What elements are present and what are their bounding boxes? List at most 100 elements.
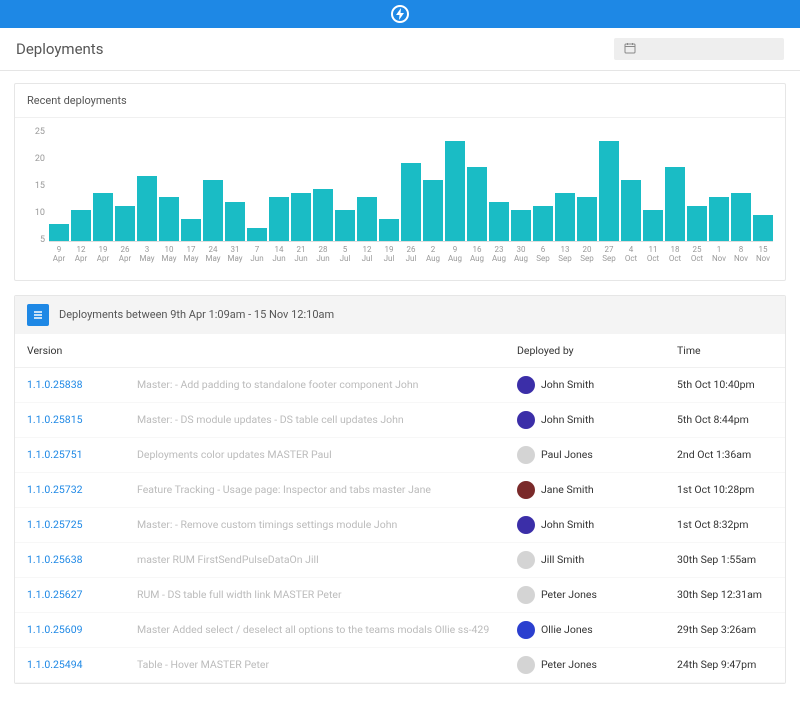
deploy-time: 1st Oct 8:32pm — [665, 507, 785, 542]
x-axis-label: 8Nov — [731, 246, 751, 264]
table-row[interactable]: 1.1.0.25494Table - Hover MASTER PeterPet… — [15, 647, 785, 682]
chart-bar[interactable] — [577, 197, 597, 241]
deployed-by-name: Paul Jones — [541, 448, 593, 461]
x-axis-label: 6Sep — [533, 246, 553, 264]
chart-bar[interactable] — [93, 193, 113, 241]
table-row[interactable]: 1.1.0.25725Master: - Remove custom timin… — [15, 507, 785, 542]
deployed-by-name: Peter Jones — [541, 588, 597, 601]
version-link[interactable]: 1.1.0.25838 — [27, 378, 83, 391]
x-axis-label: 16Aug — [467, 246, 487, 264]
deployed-by-name: Ollie Jones — [541, 623, 593, 636]
deployed-by-name: John Smith — [541, 413, 594, 426]
x-axis-label: 5Jul — [335, 246, 355, 264]
table-row[interactable]: 1.1.0.25815 Master: - DS module updates -… — [15, 402, 785, 437]
x-axis-label: 26Jul — [401, 246, 421, 264]
x-axis-label: 18Oct — [665, 246, 685, 264]
date-range-picker[interactable] — [614, 38, 784, 60]
x-axis-label: 30Aug — [511, 246, 531, 264]
chart-bar[interactable] — [599, 141, 619, 241]
commit-message: Feature Tracking - Usage page: Inspector… — [137, 483, 431, 496]
commit-message: Master: - DS module updates - DS table c… — [137, 413, 404, 426]
deployed-by-name: Jane Smith — [541, 483, 594, 496]
version-link[interactable]: 1.1.0.25732 — [27, 483, 83, 496]
chart-title: Recent deployments — [15, 84, 785, 118]
commit-message: Table - Hover MASTER Peter — [137, 658, 269, 671]
x-axis-label: 19Jul — [379, 246, 399, 264]
chart-bar[interactable] — [489, 202, 509, 241]
chart-card: Recent deployments 510152025 9Apr12Apr19… — [14, 83, 786, 281]
table-row[interactable]: 1.1.0.25638master RUM FirstSendPulseData… — [15, 542, 785, 577]
chart-bar[interactable] — [533, 206, 553, 241]
col-version-header[interactable]: Version — [15, 334, 125, 368]
chart-bar[interactable] — [467, 167, 487, 241]
version-link[interactable]: 1.1.0.25638 — [27, 553, 83, 566]
chart-x-axis: 9Apr12Apr19Apr26Apr3May10May17May24May31… — [49, 246, 773, 264]
deploy-time: 1st Oct 10:28pm — [665, 472, 785, 507]
chart-bar[interactable] — [357, 197, 377, 241]
chart-bar[interactable] — [203, 180, 223, 241]
version-link[interactable]: 1.1.0.25815 — [27, 413, 83, 426]
table-row[interactable]: 1.1.0.25838Master: - Add padding to stan… — [15, 367, 785, 402]
avatar — [517, 376, 535, 394]
table-row[interactable]: 1.1.0.25732 Feature Tracking - Usage page… — [15, 472, 785, 507]
chart-bar[interactable] — [291, 193, 311, 241]
x-axis-label: 12Jul — [357, 246, 377, 264]
chart-bar[interactable] — [71, 210, 91, 241]
table-row[interactable]: 1.1.0.25609 Master Added select / deselec… — [15, 612, 785, 647]
x-axis-label: 27Sep — [599, 246, 619, 264]
chart-bar[interactable] — [731, 193, 751, 241]
chart-bar[interactable] — [621, 180, 641, 241]
x-axis-label: 20Sep — [577, 246, 597, 264]
avatar — [517, 481, 535, 499]
col-deployed-by-header[interactable]: Deployed by — [505, 334, 665, 368]
chart-bar[interactable] — [313, 189, 333, 241]
x-axis-label: 17May — [181, 246, 201, 264]
x-axis-label: 9Apr — [49, 246, 69, 264]
chart-bar[interactable] — [335, 210, 355, 241]
chart-bar[interactable] — [511, 210, 531, 241]
chart-bar[interactable] — [445, 141, 465, 241]
chart-bar[interactable] — [665, 167, 685, 241]
version-link[interactable]: 1.1.0.25725 — [27, 518, 83, 531]
chart: 510152025 9Apr12Apr19Apr26Apr3May10May17… — [15, 118, 785, 280]
chart-bar[interactable] — [379, 219, 399, 241]
version-link[interactable]: 1.1.0.25627 — [27, 588, 83, 601]
version-link[interactable]: 1.1.0.25609 — [27, 623, 83, 636]
deployed-by-name: John Smith — [541, 378, 594, 391]
chart-bar[interactable] — [137, 176, 157, 241]
commit-message: Master Added select / deselect all optio… — [137, 623, 489, 636]
x-axis-label: 26Apr — [115, 246, 135, 264]
chart-bar[interactable] — [555, 193, 575, 241]
chart-bar[interactable] — [247, 228, 267, 241]
table-header-row: Version Deployed by Time — [15, 334, 785, 368]
deploy-time: 30th Sep 12:31am — [665, 577, 785, 612]
chart-bar[interactable] — [49, 224, 69, 241]
x-axis-label: 1Nov — [709, 246, 729, 264]
x-axis-label: 15Nov — [753, 246, 773, 264]
chart-bar[interactable] — [115, 206, 135, 241]
table-row[interactable]: 1.1.0.25627RUM - DS table full width lin… — [15, 577, 785, 612]
version-link[interactable]: 1.1.0.25494 — [27, 658, 83, 671]
x-axis-label: 14Jun — [269, 246, 289, 264]
chart-bar[interactable] — [159, 197, 179, 241]
list-section-title: Deployments between 9th Apr 1:09am - 15 … — [59, 308, 334, 321]
x-axis-label: 7Jun — [247, 246, 267, 264]
chart-bar[interactable] — [181, 219, 201, 241]
chart-bar[interactable] — [753, 215, 773, 241]
chart-bar[interactable] — [401, 163, 421, 241]
table-row[interactable]: 1.1.0.25751Deployments color updates MAS… — [15, 437, 785, 472]
chart-bar[interactable] — [423, 180, 443, 241]
deploy-time: 30th Sep 1:55am — [665, 542, 785, 577]
chart-bar[interactable] — [643, 210, 663, 241]
bolt-icon[interactable] — [391, 5, 409, 23]
chart-bar[interactable] — [709, 197, 729, 241]
col-time-header[interactable]: Time — [665, 334, 785, 368]
chart-bar[interactable] — [225, 202, 245, 241]
x-axis-label: 24May — [203, 246, 223, 264]
version-link[interactable]: 1.1.0.25751 — [27, 448, 83, 461]
chart-bar[interactable] — [269, 197, 289, 241]
chart-bar[interactable] — [687, 206, 707, 241]
x-axis-label: 11Oct — [643, 246, 663, 264]
list-icon — [27, 304, 49, 326]
x-axis-label: 23Aug — [489, 246, 509, 264]
